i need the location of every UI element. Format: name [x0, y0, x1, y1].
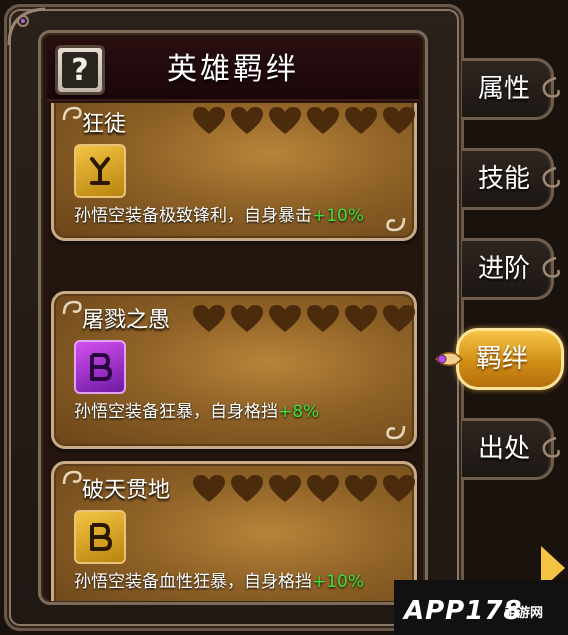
- bond-card[interactable]: 狂徒 孙悟空装备极致锋利，自身暴击+10%: [51, 103, 417, 241]
- bond-stars: [192, 474, 416, 504]
- heart-empty-icon: [269, 475, 301, 502]
- tab-advance[interactable]: 进阶: [462, 238, 562, 300]
- heart-empty-icon: [345, 475, 377, 502]
- heart-empty-icon: [193, 305, 225, 332]
- card-corner-curl-icon: [386, 425, 406, 440]
- page-title: 英雄羁绊: [167, 52, 299, 87]
- heart-empty-icon: [307, 475, 339, 502]
- tab-bonds[interactable]: 羁绊: [434, 328, 568, 390]
- tab-label: 羁绊: [476, 344, 529, 374]
- bonus-value: +10%: [312, 572, 365, 592]
- heart-empty-icon: [383, 475, 415, 502]
- bond-stars: [192, 106, 416, 136]
- heart-empty-icon: [269, 107, 301, 134]
- purple-rune-icon[interactable]: [74, 340, 126, 394]
- gold-rune-icon[interactable]: [74, 144, 126, 198]
- heart-empty-icon: [307, 107, 339, 134]
- bond-name: 狂徒: [82, 112, 127, 137]
- bond-list[interactable]: 狂徒 孙悟空装备极致锋利，自身暴击+10% 屠戮之愚 孙悟空装备狂暴，自身格挡+…: [47, 103, 419, 601]
- bond-name: 屠戮之愚: [82, 308, 171, 333]
- help-button[interactable]: ?: [55, 45, 105, 95]
- heart-empty-icon: [193, 107, 225, 134]
- bonus-value: +8%: [278, 402, 320, 422]
- tab-source[interactable]: 出处: [462, 418, 562, 480]
- heart-empty-icon: [231, 475, 263, 502]
- bond-card[interactable]: 屠戮之愚 孙悟空装备狂暴，自身格挡+8%: [51, 291, 417, 449]
- bond-description: 孙悟空装备狂暴，自身格挡+8%: [74, 402, 320, 422]
- heart-empty-icon: [269, 305, 301, 332]
- question-icon: ?: [62, 52, 98, 88]
- card-corner-curl-icon: [386, 217, 406, 232]
- heart-empty-icon: [307, 305, 339, 332]
- heart-empty-icon: [345, 305, 377, 332]
- bond-name: 破天贯地: [82, 478, 171, 503]
- tab-label: 出处: [478, 434, 531, 464]
- tab-attributes[interactable]: 属性: [462, 58, 562, 120]
- scroll-ornament-icon: [542, 256, 560, 278]
- bond-stars: [192, 304, 416, 334]
- gold-rune-icon[interactable]: [74, 510, 126, 564]
- heart-empty-icon: [345, 107, 377, 134]
- tab-label: 技能: [478, 164, 531, 194]
- scroll-ornament-icon: [542, 76, 560, 98]
- scroll-ornament-icon: [542, 166, 560, 188]
- bond-description: 孙悟空装备极致锋利，自身暴击+10%: [74, 206, 365, 226]
- heart-empty-icon: [383, 107, 415, 134]
- panel-header: ? 英雄羁绊: [47, 39, 419, 101]
- tab-skills[interactable]: 技能: [462, 148, 562, 210]
- bonus-value: +10%: [312, 206, 365, 226]
- tab-label: 属性: [478, 74, 531, 104]
- scroll-ornament-icon: [542, 436, 560, 458]
- active-jewel-icon: [434, 352, 464, 366]
- watermark-logo: APP178 手游网: [394, 580, 568, 635]
- heart-empty-icon: [193, 475, 225, 502]
- bond-card[interactable]: 破天贯地 孙悟空装备血性狂暴，自身格挡+10%: [51, 461, 417, 601]
- heart-empty-icon: [383, 305, 415, 332]
- bond-panel: ? 英雄羁绊 狂徒 孙悟空装备极致锋利，自身暴击+10% 屠戮之愚 孙悟空装备狂…: [38, 30, 428, 605]
- tab-label: 进阶: [478, 254, 531, 284]
- heart-empty-icon: [231, 305, 263, 332]
- heart-empty-icon: [231, 107, 263, 134]
- bond-description: 孙悟空装备血性狂暴，自身格挡+10%: [74, 572, 365, 592]
